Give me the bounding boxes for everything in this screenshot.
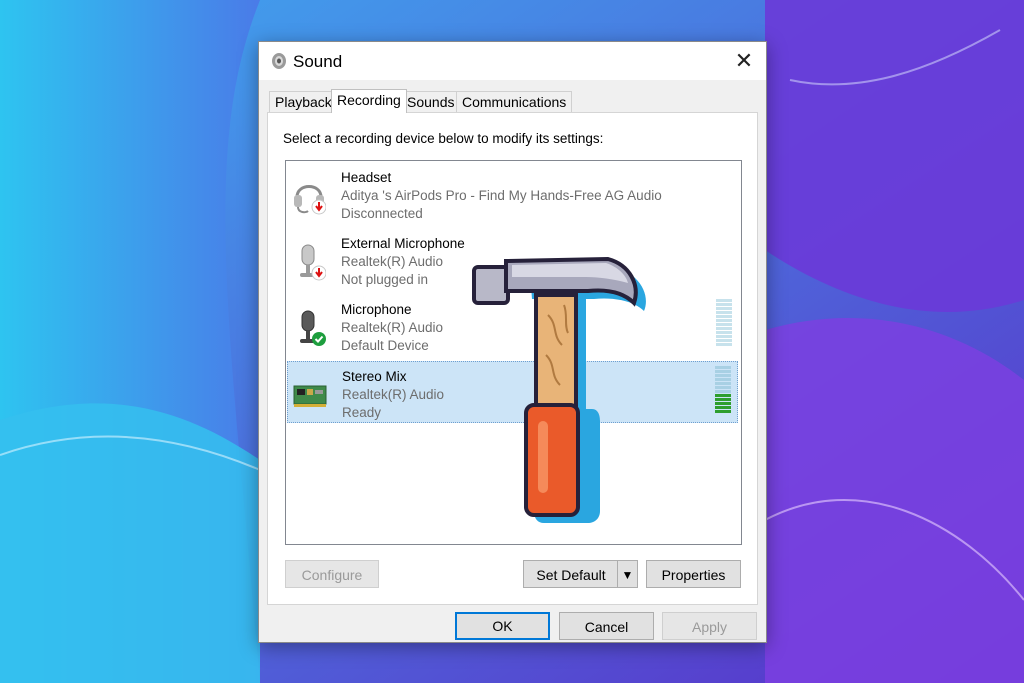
headset-icon bbox=[294, 185, 326, 215]
chevron-down-icon: ▼ bbox=[621, 568, 634, 582]
apply-button[interactable]: Apply bbox=[662, 612, 757, 640]
speaker-icon bbox=[272, 53, 286, 69]
ok-button[interactable]: OK bbox=[455, 612, 550, 640]
tab-recording[interactable]: Recording bbox=[331, 89, 407, 113]
title-bar[interactable]: Sound ✕ bbox=[259, 42, 766, 80]
tab-playback[interactable]: Playback bbox=[269, 91, 338, 113]
sound-card-icon bbox=[293, 385, 327, 407]
close-button[interactable]: ✕ bbox=[730, 48, 758, 74]
level-meter bbox=[716, 299, 732, 347]
device-name: Headset bbox=[341, 170, 392, 185]
hammer-icon bbox=[472, 256, 646, 523]
device-item-headset[interactable]: Headset Aditya 's AirPods Pro - Find My … bbox=[287, 163, 738, 225]
microphone-icon bbox=[300, 310, 326, 346]
cancel-button[interactable]: Cancel bbox=[559, 612, 654, 640]
device-description: Realtek(R) Audio bbox=[342, 387, 445, 402]
set-default-button[interactable]: Set Default bbox=[523, 560, 618, 588]
device-status: Ready bbox=[342, 405, 382, 420]
device-name: Stereo Mix bbox=[342, 369, 407, 384]
set-default-dropdown[interactable]: ▼ bbox=[617, 560, 638, 588]
device-name: External Microphone bbox=[341, 236, 465, 251]
level-meter bbox=[715, 366, 731, 414]
window-title: Sound bbox=[293, 52, 343, 71]
tab-sounds[interactable]: Sounds bbox=[401, 91, 461, 113]
device-description: Realtek(R) Audio bbox=[341, 254, 444, 269]
device-status: Disconnected bbox=[341, 206, 423, 221]
microphone-icon bbox=[300, 244, 326, 281]
properties-button[interactable]: Properties bbox=[646, 560, 741, 588]
device-name: Microphone bbox=[341, 302, 412, 317]
device-status: Default Device bbox=[341, 338, 429, 353]
device-description: Aditya 's AirPods Pro - Find My Hands-Fr… bbox=[341, 188, 662, 203]
instructions-text: Select a recording device below to modif… bbox=[283, 131, 604, 146]
device-description: Realtek(R) Audio bbox=[341, 320, 444, 335]
configure-button[interactable]: Configure bbox=[285, 560, 379, 588]
device-status: Not plugged in bbox=[341, 272, 429, 287]
tab-communications[interactable]: Communications bbox=[456, 91, 573, 113]
